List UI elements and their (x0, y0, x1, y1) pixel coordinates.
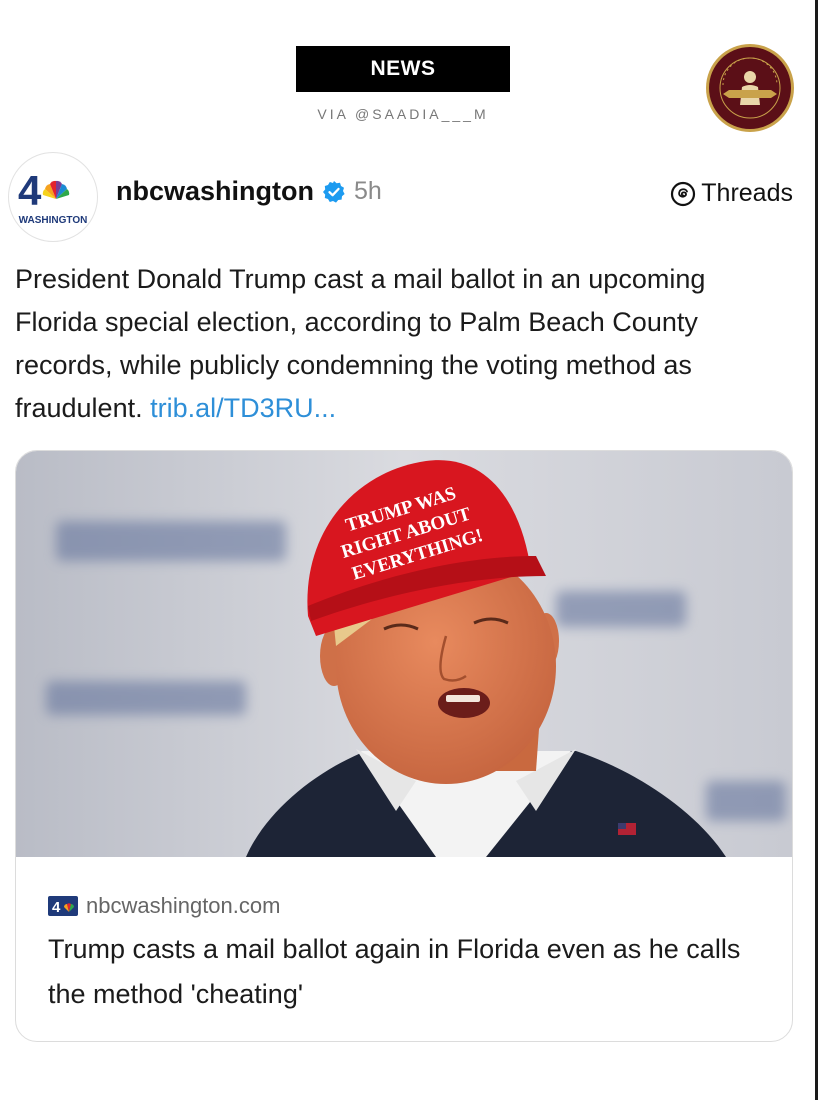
avatar-caption: WASHINGTON (19, 215, 88, 226)
handle-link[interactable]: nbcwashington (116, 176, 314, 207)
article-source: 4 nbcwashington.com (48, 893, 280, 919)
source-domain: nbcwashington.com (86, 893, 281, 918)
threads-link[interactable]: Threads (670, 179, 793, 208)
corner-logo (705, 43, 795, 133)
article-card[interactable]: TRUMP WAS RIGHT ABOUT EVERYTHING! 4 nbcw… (15, 450, 793, 1042)
post-link[interactable]: trib.al/TD3RU... (150, 393, 336, 423)
news-badge: NEWS (296, 46, 510, 92)
article-photo: TRUMP WAS RIGHT ABOUT EVERYTHING! (16, 451, 792, 857)
svg-text:4: 4 (52, 899, 61, 916)
avatar[interactable]: 4 WASHINGTON (8, 152, 98, 242)
article-title[interactable]: Trump casts a mail ballot again in Flori… (48, 927, 768, 1017)
via-credit: VIA @SAADIA___M (317, 106, 489, 122)
verified-badge-icon (322, 180, 346, 204)
threads-icon (670, 181, 696, 207)
post-time: 5h (354, 177, 382, 205)
post-body: President Donald Trump cast a mail ballo… (15, 264, 706, 423)
post-header: nbcwashington 5h (116, 176, 382, 207)
avatar-number: 4 (18, 167, 42, 214)
threads-label: Threads (701, 179, 793, 207)
post-text: President Donald Trump cast a mail ballo… (15, 258, 795, 430)
nbc-logo-icon: 4 (48, 896, 78, 916)
